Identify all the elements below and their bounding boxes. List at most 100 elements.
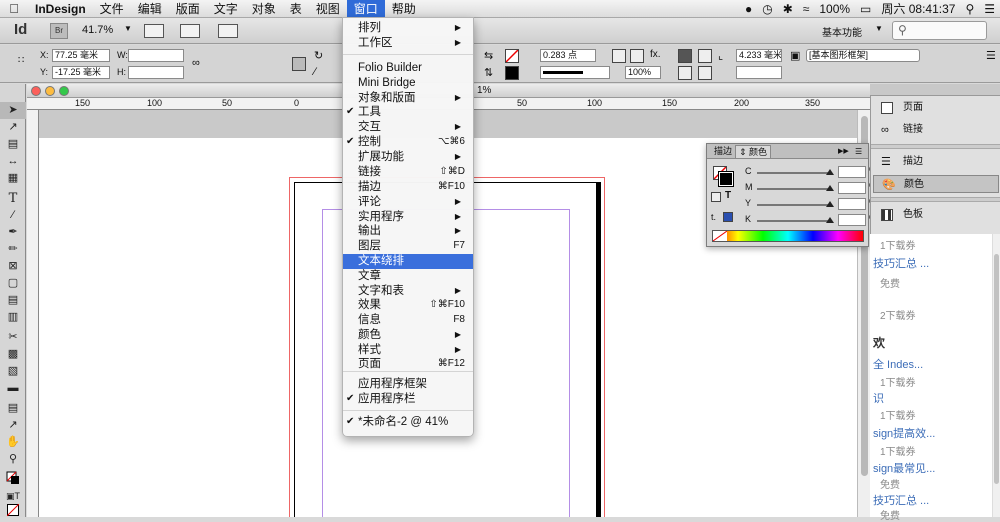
workspace-label[interactable]: 基本功能: [822, 24, 862, 39]
stroke-weight-field[interactable]: 0.283 点: [540, 49, 596, 62]
window-menu-item[interactable]: 文字和表 ▶: [343, 284, 473, 299]
shear-icon[interactable]: ∕: [314, 66, 328, 80]
panel-options-icon[interactable]: ☰: [852, 145, 865, 158]
close-window-button[interactable]: [31, 86, 41, 96]
web-link[interactable]: 识: [873, 390, 884, 406]
menu-window[interactable]: 窗口: [346, 0, 385, 18]
text-wrap-icon[interactable]: [678, 49, 692, 63]
scissors-tool-icon[interactable]: ✂: [0, 329, 26, 346]
search-input[interactable]: ⚲: [892, 21, 987, 40]
window-menu-item[interactable]: 排列 ▶: [343, 21, 473, 36]
gap-tool-icon[interactable]: ↔: [0, 153, 26, 170]
spotlight-icon[interactable]: ⚲: [960, 2, 979, 16]
channel-value[interactable]: [838, 182, 866, 194]
window-menu-item[interactable]: 实用程序 ▶: [343, 210, 473, 225]
corner-shape-select[interactable]: [736, 66, 782, 79]
window-menu-item[interactable]: ✔ *未命名-2 @ 41%: [343, 415, 473, 430]
select-content-icon[interactable]: ⇅: [484, 66, 498, 80]
corner-options-icon[interactable]: [630, 49, 644, 63]
scale-icon[interactable]: [292, 57, 306, 71]
menu-layout[interactable]: 版面: [169, 0, 207, 18]
wifi-icon[interactable]: ≈: [798, 2, 815, 16]
rectangle-frame-tool-icon[interactable]: ⊠: [0, 258, 26, 275]
notification-icon[interactable]: ☰: [979, 2, 1000, 16]
hand-tool-icon[interactable]: ✋: [0, 434, 26, 451]
zoom-window-button[interactable]: [59, 86, 69, 96]
channel-slider[interactable]: [757, 217, 834, 223]
x-field[interactable]: 77.25 毫米: [52, 49, 110, 62]
menu-object[interactable]: 对象: [245, 0, 283, 18]
window-menu-item[interactable]: 样式 ▶: [343, 343, 473, 358]
window-menu-item[interactable]: Mini Bridge: [343, 76, 473, 91]
workspace-dropdown-icon[interactable]: ▼: [875, 24, 883, 33]
apple-icon[interactable]: : [0, 1, 28, 16]
channel-value[interactable]: [838, 166, 866, 178]
h-field[interactable]: [128, 66, 184, 79]
web-link[interactable]: 全 Indes...: [873, 356, 923, 372]
battery-icon[interactable]: ▭: [855, 2, 876, 16]
eyedropper-tool-icon[interactable]: ↗: [0, 417, 26, 434]
line-tool-icon[interactable]: ∕: [0, 207, 26, 224]
window-menu-item[interactable]: 对象和版面 ▶: [343, 91, 473, 106]
free-transform-tool-icon[interactable]: ▩: [0, 346, 26, 363]
stroke-swatch[interactable]: [505, 66, 519, 80]
formatting-container-icon[interactable]: [711, 192, 721, 202]
menu-edit[interactable]: 编辑: [131, 0, 169, 18]
window-menu-item[interactable]: 信息 F8: [343, 313, 473, 328]
window-menu-item[interactable]: 输出 ▶: [343, 224, 473, 239]
dock-header[interactable]: [870, 84, 1000, 96]
flip-icon[interactable]: ⇆: [484, 49, 498, 63]
window-menu-item[interactable]: 文本绕排: [343, 254, 473, 269]
dock-item-pages[interactable]: 页面: [873, 99, 999, 117]
channel-slider[interactable]: [757, 169, 834, 175]
fill-swatch[interactable]: [505, 49, 519, 63]
formatting-text-icon[interactable]: T: [725, 190, 731, 201]
web-link[interactable]: 技巧汇总 ...: [873, 255, 929, 271]
window-menu-item[interactable]: 链接 ⇧⌘D: [343, 165, 473, 180]
qq-icon[interactable]: ●: [740, 2, 757, 16]
window-menu-item[interactable]: 交互 ▶: [343, 120, 473, 135]
channel-slider[interactable]: [757, 201, 834, 207]
web-scrollbar[interactable]: [992, 234, 1000, 517]
note-tool-icon[interactable]: ▤: [0, 400, 26, 417]
window-menu-item[interactable]: 应用程序框架: [343, 377, 473, 392]
dock-item-color[interactable]: 🎨 颜色: [873, 175, 999, 193]
dock-item-stroke[interactable]: ☰ 描边: [873, 153, 999, 171]
menu-view[interactable]: 视图: [309, 0, 347, 18]
object-style-icon[interactable]: ▣: [790, 49, 804, 63]
dock-separator[interactable]: [871, 144, 1000, 149]
window-menu-item[interactable]: 评论 ▶: [343, 195, 473, 210]
pen-tool-icon[interactable]: ✒: [0, 224, 26, 241]
window-menu-item[interactable]: 描边 ⌘F10: [343, 180, 473, 195]
selection-tool-icon[interactable]: ➤: [0, 102, 26, 119]
vertical-grid-tool-icon[interactable]: ▥: [0, 309, 26, 326]
zoom-tool-icon[interactable]: ⚲: [0, 451, 26, 468]
color-spectrum-ramp[interactable]: [712, 230, 864, 242]
window-menu-item[interactable]: ✔ 工具: [343, 105, 473, 120]
window-menu-item[interactable]: 工作区 ▶: [343, 36, 473, 51]
minimize-window-button[interactable]: [45, 86, 55, 96]
last-color-swatch[interactable]: [723, 212, 733, 222]
web-scrollbar-thumb[interactable]: [994, 254, 999, 484]
direct-selection-tool-icon[interactable]: ↗: [0, 119, 26, 136]
panel-menu-icon[interactable]: ☰: [986, 49, 1000, 63]
window-menu-item[interactable]: ✔ 应用程序栏: [343, 392, 473, 407]
tab-stroke[interactable]: 描边: [711, 145, 735, 158]
fx-icon[interactable]: fx.: [650, 49, 664, 63]
object-style-select[interactable]: [基本图形框架]: [806, 49, 920, 62]
page-tool-icon[interactable]: ▤: [0, 136, 26, 153]
menu-table[interactable]: 表: [283, 0, 309, 18]
collapse-panel-icon[interactable]: ▶▶: [835, 145, 852, 158]
arrange-documents-icon[interactable]: [218, 24, 238, 38]
y-field[interactable]: -17.25 毫米: [52, 66, 110, 79]
rectangle-tool-icon[interactable]: ▢: [0, 275, 26, 292]
web-link[interactable]: 技巧汇总 ...: [873, 492, 929, 508]
formatting-affects-text-icon[interactable]: ▣T: [0, 488, 26, 505]
pencil-tool-icon[interactable]: ✏: [0, 241, 26, 258]
vertical-ruler[interactable]: [27, 110, 39, 517]
tint-icon[interactable]: t.: [711, 212, 716, 222]
dock-item-links[interactable]: ∞ 链接: [873, 121, 999, 139]
constrain-proportions-icon[interactable]: ∞: [192, 57, 206, 71]
window-menu-item[interactable]: 颜色 ▶: [343, 328, 473, 343]
drop-shadow-icon[interactable]: [612, 49, 626, 63]
